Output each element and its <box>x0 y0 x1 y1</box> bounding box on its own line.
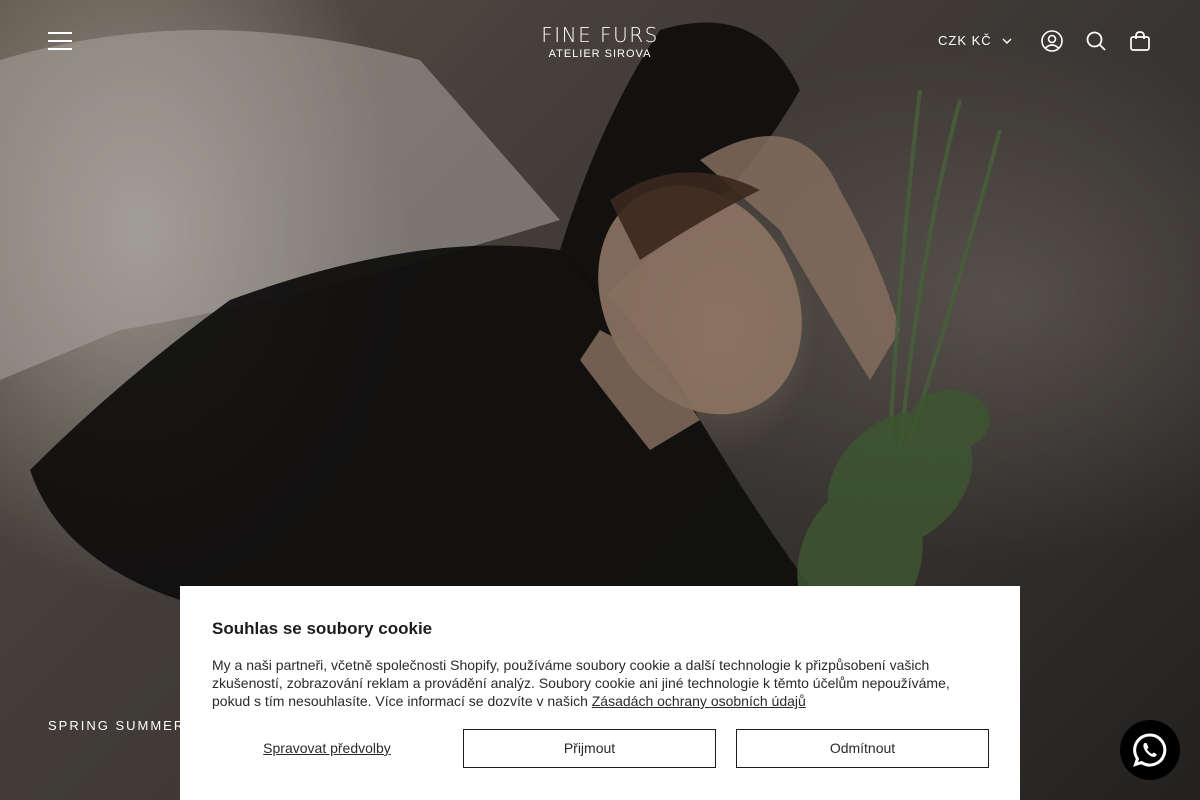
currency-label: CZK Kč <box>938 33 992 48</box>
site-header: FINE FURS ATELIER SIROVA CZK Kč <box>0 0 1200 82</box>
cookie-actions: Spravovat předvolby Přijmout Odmítnout <box>212 729 989 768</box>
cookie-consent-banner: Souhlas se soubory cookie My a naši part… <box>180 586 1020 800</box>
collection-label[interactable]: SPRING SUMMER <box>48 718 185 733</box>
search-icon[interactable] <box>1084 29 1108 53</box>
manage-preferences-button[interactable]: Spravovat předvolby <box>212 729 442 768</box>
cookie-description: My a naši partneři, včetně společnosti S… <box>212 657 950 709</box>
logo-subtitle: ATELIER SIROVA <box>548 48 652 60</box>
whatsapp-icon <box>1133 733 1167 767</box>
site-logo[interactable]: FINE FURS ATELIER SIROVA <box>0 24 1200 61</box>
currency-selector[interactable]: CZK Kč <box>938 33 1012 48</box>
cookie-title: Souhlas se soubory cookie <box>212 619 433 638</box>
chevron-down-icon <box>1002 38 1012 44</box>
account-icon[interactable] <box>1040 29 1064 53</box>
cart-icon[interactable] <box>1128 29 1152 53</box>
cookie-text: My a naši partneři, včetně společnosti S… <box>212 656 988 710</box>
whatsapp-chat-button[interactable] <box>1120 720 1180 780</box>
accept-button[interactable]: Přijmout <box>463 729 716 768</box>
logo-name: FINE FURS <box>541 23 659 47</box>
privacy-policy-link[interactable]: Zásadách ochrany osobních údajů <box>592 693 806 709</box>
decline-button[interactable]: Odmítnout <box>736 729 989 768</box>
